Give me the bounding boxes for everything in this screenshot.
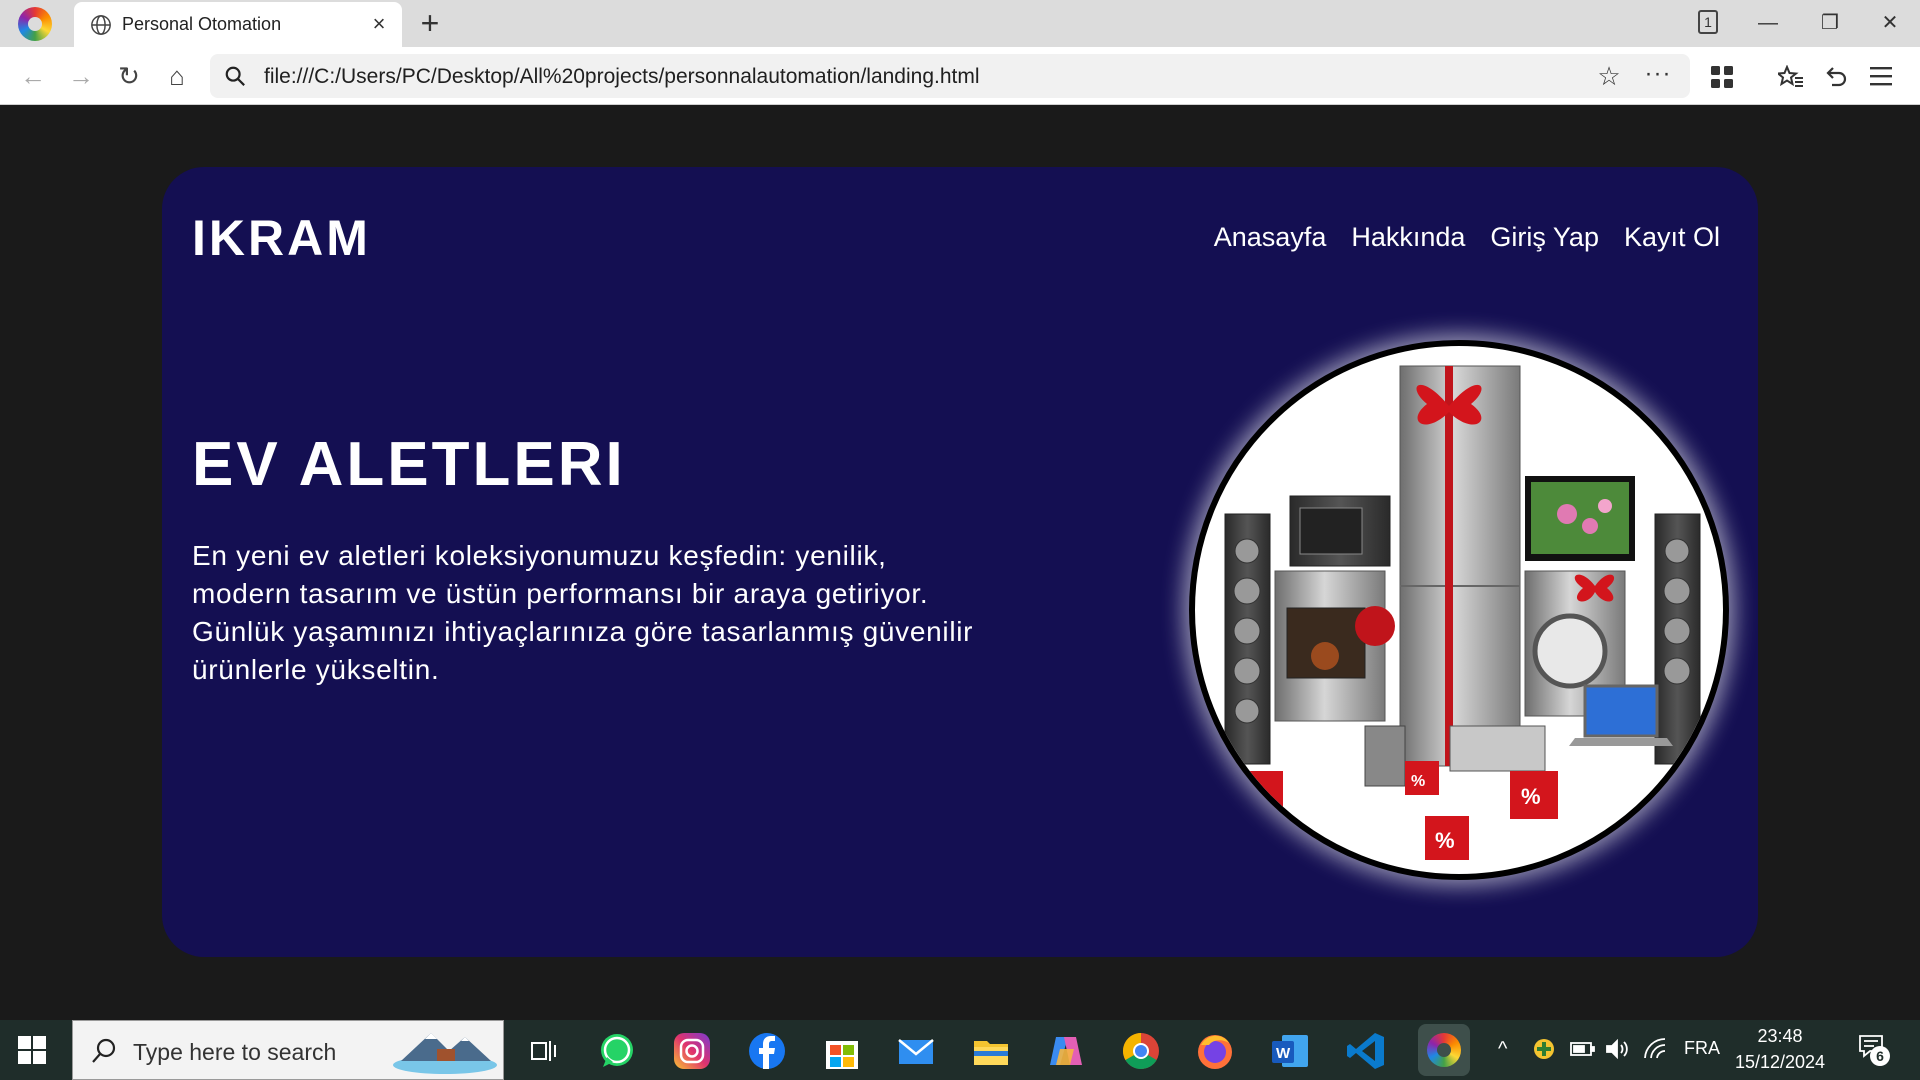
clock-date[interactable]: 15/12/2024 <box>1722 1052 1838 1073</box>
new-tab-button[interactable]: + <box>412 6 448 42</box>
mail-icon[interactable] <box>894 1029 938 1073</box>
svg-text:%: % <box>1521 784 1541 809</box>
browser-taskbar-button[interactable] <box>1418 1024 1470 1076</box>
hero-card: IKRAM Anasayfa Hakkında Giriş Yap Kayıt … <box>162 167 1758 957</box>
instagram-icon[interactable] <box>670 1029 714 1073</box>
windows-start-icon[interactable] <box>18 1036 46 1064</box>
globe-icon <box>91 15 111 35</box>
browser-app-icon-center <box>1437 1043 1451 1057</box>
favorites-icon[interactable] <box>1778 65 1804 89</box>
nav-hakkinda[interactable]: Hakkında <box>1351 222 1465 253</box>
home-button[interactable]: ⌂ <box>160 59 194 93</box>
search-highlight-icon <box>393 1033 497 1074</box>
nav-giris-yap[interactable]: Giriş Yap <box>1490 222 1599 253</box>
battery-icon[interactable] <box>1570 1040 1596 1058</box>
whatsapp-icon[interactable] <box>595 1029 639 1073</box>
tab-count-icon[interactable]: 1 <box>1698 10 1718 34</box>
language-indicator[interactable]: FRA <box>1684 1038 1720 1059</box>
svg-text:%: % <box>1245 784 1265 809</box>
vscode-icon[interactable] <box>1344 1029 1388 1073</box>
tab-personal-otomation[interactable]: Personal Otomation × <box>74 2 402 47</box>
undo-icon[interactable] <box>1824 65 1848 89</box>
notification-center[interactable]: 6 <box>1858 1034 1890 1066</box>
back-button[interactable]: ← <box>16 59 50 93</box>
chrome-icon[interactable] <box>1119 1029 1163 1073</box>
nav-anasayfa[interactable]: Anasayfa <box>1214 222 1327 253</box>
search-icon <box>225 66 245 86</box>
facebook-icon[interactable] <box>745 1029 789 1073</box>
restore-button[interactable]: ❐ <box>1810 6 1850 40</box>
word-icon[interactable]: W <box>1268 1029 1312 1073</box>
volume-icon[interactable] <box>1605 1039 1631 1059</box>
wifi-icon[interactable] <box>1643 1038 1667 1060</box>
file-explorer-icon[interactable] <box>969 1029 1013 1073</box>
url-text[interactable]: file:///C:/Users/PC/Desktop/All%20projec… <box>264 65 980 89</box>
hero-title: EV ALETLERI <box>192 430 626 499</box>
bookmark-star-icon[interactable]: ☆ <box>1593 60 1625 92</box>
extensions-grid-icon[interactable] <box>1710 65 1734 89</box>
address-bar[interactable]: file:///C:/Users/PC/Desktop/All%20projec… <box>210 54 1690 98</box>
clock-time[interactable]: 23:48 <box>1740 1026 1820 1047</box>
tab-title: Personal Otomation <box>122 14 282 34</box>
more-options-icon[interactable]: ··· <box>1642 60 1674 92</box>
main-nav: Anasayfa Hakkında Giriş Yap Kayıt Ol <box>1214 222 1720 253</box>
browser-tab-bar: Personal Otomation × + 1 — ❐ ✕ <box>0 0 1920 47</box>
hero-description: En yeni ev aletleri koleksiyonumuzu keşf… <box>192 540 974 685</box>
browser-logo-icon[interactable] <box>18 7 52 41</box>
copilot-icon[interactable] <box>1044 1029 1088 1073</box>
site-logo[interactable]: IKRAM <box>192 209 371 267</box>
reload-button[interactable]: ↻ <box>112 59 146 93</box>
svg-text:%: % <box>1435 828 1455 853</box>
tray-chevron-icon[interactable]: ^ <box>1498 1038 1507 1061</box>
appliances-illustration: %%%% <box>1224 365 1701 860</box>
search-icon <box>92 1038 116 1063</box>
home-appliances-image: %%%% <box>1189 340 1729 880</box>
menu-icon[interactable] <box>1870 66 1892 86</box>
tray-app-icon[interactable] <box>1533 1038 1555 1060</box>
taskbar-search-box[interactable]: Type here to search <box>72 1020 504 1080</box>
forward-button[interactable]: → <box>64 59 98 93</box>
firefox-icon[interactable] <box>1193 1029 1237 1073</box>
close-tab-icon[interactable]: × <box>366 11 392 37</box>
svg-text:W: W <box>1276 1045 1291 1062</box>
notification-count-badge: 6 <box>1870 1046 1890 1066</box>
close-window-button[interactable]: ✕ <box>1870 6 1910 40</box>
minimize-button[interactable]: — <box>1748 6 1788 40</box>
task-view-icon[interactable] <box>522 1029 566 1073</box>
microsoft-store-icon[interactable] <box>820 1029 864 1073</box>
svg-text:%: % <box>1411 773 1425 790</box>
page-viewport: IKRAM Anasayfa Hakkında Giriş Yap Kayıt … <box>0 105 1920 1020</box>
browser-toolbar: ← → ↻ ⌂ file:///C:/Users/PC/Desktop/All%… <box>0 47 1920 105</box>
nav-kayit-ol[interactable]: Kayıt Ol <box>1624 222 1720 253</box>
search-placeholder: Type here to search <box>133 1039 337 1065</box>
taskbar: Type here to search W ^ FRA 23:48 15/12/… <box>0 1020 1920 1080</box>
